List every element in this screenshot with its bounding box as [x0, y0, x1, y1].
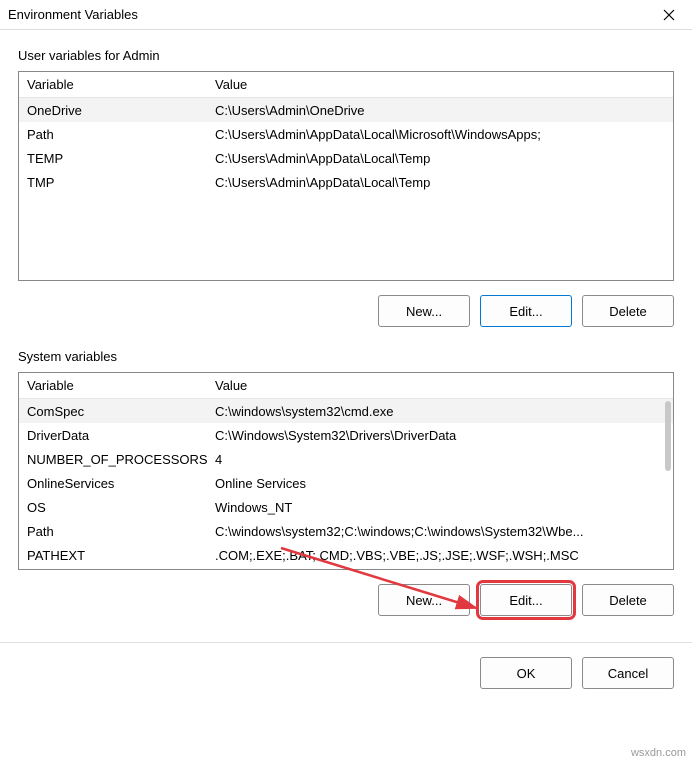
- table-row[interactable]: PathC:\Users\Admin\AppData\Local\Microso…: [19, 122, 673, 146]
- system-list-header[interactable]: Variable Value: [19, 373, 673, 399]
- ok-button[interactable]: OK: [480, 657, 572, 689]
- cell-value: C:\Users\Admin\AppData\Local\Microsoft\W…: [209, 127, 673, 142]
- user-variables-group: User variables for Admin Variable Value …: [18, 42, 674, 327]
- cell-value: 4: [209, 452, 673, 467]
- cell-variable: Path: [19, 127, 209, 142]
- user-list-header[interactable]: Variable Value: [19, 72, 673, 98]
- table-row[interactable]: DriverDataC:\Windows\System32\Drivers\Dr…: [19, 423, 673, 447]
- table-row[interactable]: OneDriveC:\Users\Admin\OneDrive: [19, 98, 673, 122]
- table-row[interactable]: ComSpecC:\windows\system32\cmd.exe: [19, 399, 673, 423]
- cell-variable: TEMP: [19, 151, 209, 166]
- system-new-button[interactable]: New...: [378, 584, 470, 616]
- cell-value: C:\Users\Admin\OneDrive: [209, 103, 673, 118]
- table-row[interactable]: PathC:\windows\system32;C:\windows;C:\wi…: [19, 519, 673, 543]
- cell-variable: TMP: [19, 175, 209, 190]
- cell-value: .COM;.EXE;.BAT;.CMD;.VBS;.VBE;.JS;.JSE;.…: [209, 548, 673, 563]
- cell-value: C:\windows\system32\cmd.exe: [209, 404, 673, 419]
- user-buttons-row: New... Edit... Delete: [18, 295, 674, 327]
- table-row[interactable]: OSWindows_NT: [19, 495, 673, 519]
- cell-variable: Path: [19, 524, 209, 539]
- close-icon[interactable]: [646, 0, 692, 30]
- user-variables-list[interactable]: Variable Value OneDriveC:\Users\Admin\On…: [18, 71, 674, 281]
- cell-variable: OS: [19, 500, 209, 515]
- user-delete-button[interactable]: Delete: [582, 295, 674, 327]
- title-bar: Environment Variables: [0, 0, 692, 30]
- col-header-value[interactable]: Value: [209, 378, 673, 393]
- cell-variable: OnlineServices: [19, 476, 209, 491]
- user-new-button[interactable]: New...: [378, 295, 470, 327]
- user-edit-button[interactable]: Edit...: [480, 295, 572, 327]
- cell-value: C:\Windows\System32\Drivers\DriverData: [209, 428, 673, 443]
- table-row[interactable]: TEMPC:\Users\Admin\AppData\Local\Temp: [19, 146, 673, 170]
- table-row[interactable]: TMPC:\Users\Admin\AppData\Local\Temp: [19, 170, 673, 194]
- col-header-variable[interactable]: Variable: [19, 77, 209, 92]
- cancel-button[interactable]: Cancel: [582, 657, 674, 689]
- system-delete-button[interactable]: Delete: [582, 584, 674, 616]
- table-row[interactable]: PATHEXT.COM;.EXE;.BAT;.CMD;.VBS;.VBE;.JS…: [19, 543, 673, 567]
- system-edit-button[interactable]: Edit...: [480, 584, 572, 616]
- dialog-footer: OK Cancel: [0, 642, 692, 703]
- cell-variable: ComSpec: [19, 404, 209, 419]
- col-header-value[interactable]: Value: [209, 77, 673, 92]
- watermark-text: wsxdn.com: [631, 747, 686, 759]
- cell-value: Online Services: [209, 476, 673, 491]
- scrollbar-thumb[interactable]: [665, 401, 671, 471]
- cell-variable: DriverData: [19, 428, 209, 443]
- cell-variable: PATHEXT: [19, 548, 209, 563]
- col-header-variable[interactable]: Variable: [19, 378, 209, 393]
- cell-variable: OneDrive: [19, 103, 209, 118]
- system-variables-group: System variables Variable Value ComSpecC…: [18, 343, 674, 616]
- table-row[interactable]: NUMBER_OF_PROCESSORS4: [19, 447, 673, 471]
- cell-value: C:\Users\Admin\AppData\Local\Temp: [209, 175, 673, 190]
- table-row[interactable]: OnlineServicesOnline Services: [19, 471, 673, 495]
- system-variables-label: System variables: [18, 343, 674, 364]
- dialog-title: Environment Variables: [8, 7, 646, 22]
- system-buttons-row: New... Edit... Delete: [18, 584, 674, 616]
- cell-value: C:\windows\system32;C:\windows;C:\window…: [209, 524, 673, 539]
- cell-value: Windows_NT: [209, 500, 673, 515]
- cell-variable: NUMBER_OF_PROCESSORS: [19, 452, 209, 467]
- system-variables-list[interactable]: Variable Value ComSpecC:\windows\system3…: [18, 372, 674, 570]
- user-variables-label: User variables for Admin: [18, 42, 674, 63]
- cell-value: C:\Users\Admin\AppData\Local\Temp: [209, 151, 673, 166]
